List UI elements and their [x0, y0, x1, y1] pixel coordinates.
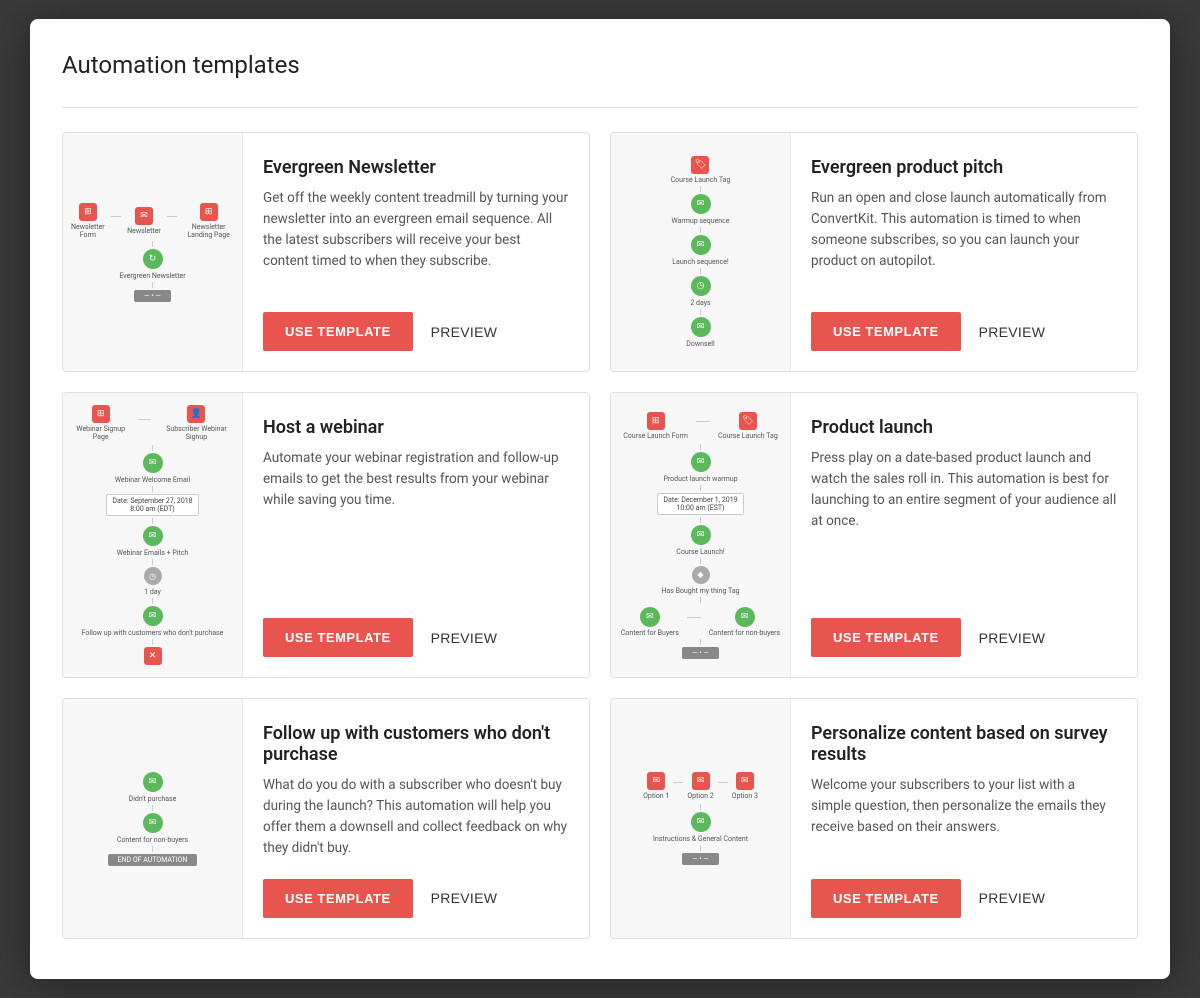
icon-email-red: ✉ — [135, 207, 153, 225]
template-title: Evergreen product pitch — [811, 157, 1117, 178]
template-actions: USE TEMPLATE PREVIEW — [811, 312, 1117, 351]
end-bar4: — • — — [682, 853, 719, 865]
node-date2: Date: December 1, 201910:00 am (EST) — [657, 493, 743, 515]
icon-course-launch-green: ✉ — [691, 525, 711, 545]
template-content-host-a-webinar: Host a webinar Automate your webinar reg… — [243, 393, 589, 677]
use-template-button-follow-up[interactable]: USE TEMPLATE — [263, 879, 413, 918]
template-card-evergreen-newsletter: ⊞ Newsletter Form ✉ Newsletter ⊞ Newslet… — [62, 132, 590, 372]
icon-nonbuyers-green: ✉ — [735, 607, 755, 627]
divider — [62, 107, 1138, 108]
template-content-evergreen-newsletter: Evergreen Newsletter Get off the weekly … — [243, 133, 589, 371]
template-desc: Press play on a date-based product launc… — [811, 448, 1117, 598]
icon-tag-red: 🏷 — [691, 156, 709, 174]
template-title: Evergreen Newsletter — [263, 157, 569, 178]
icon-diamond-gray: ◆ — [692, 566, 710, 584]
automation-templates-modal: Automation templates ⊞ Newsletter Form ✉… — [30, 19, 1170, 979]
use-template-button-personalize-survey[interactable]: USE TEMPLATE — [811, 879, 961, 918]
template-content-follow-up: Follow up with customers who don't purch… — [243, 699, 589, 938]
icon-followup-green: ✉ — [143, 606, 163, 626]
icon-opt3-red: ✉ — [736, 772, 754, 790]
end-bar: — • — — [134, 290, 171, 302]
icon-landing-red: ⊞ — [200, 203, 218, 221]
preview-button-personalize-survey[interactable]: PREVIEW — [979, 890, 1046, 906]
template-preview-host-a-webinar: ⊞ Webinar Signup Page 👤 Subscriber Webin… — [63, 393, 243, 677]
icon-form-red: ⊞ — [79, 203, 97, 221]
icon-opt1-red: ✉ — [647, 772, 665, 790]
template-actions: USE TEMPLATE PREVIEW — [263, 879, 569, 918]
preview-button-product-launch[interactable]: PREVIEW — [979, 630, 1046, 646]
template-title: Product launch — [811, 417, 1117, 438]
template-actions: USE TEMPLATE PREVIEW — [263, 312, 569, 351]
use-template-button-evergreen-newsletter[interactable]: USE TEMPLATE — [263, 312, 413, 351]
template-desc: What do you do with a subscriber who doe… — [263, 775, 569, 859]
template-content-evergreen-product-pitch: Evergreen product pitch Run an open and … — [791, 133, 1137, 371]
icon-launch-seq-green: ✉ — [691, 235, 711, 255]
template-content-personalize-survey: Personalize content based on survey resu… — [791, 699, 1137, 938]
template-title: Personalize content based on survey resu… — [811, 723, 1117, 765]
template-preview-product-launch: ⊞ Course Launch Form 🏷 Course Launch Tag… — [611, 393, 791, 677]
template-preview-evergreen-newsletter: ⊞ Newsletter Form ✉ Newsletter ⊞ Newslet… — [63, 133, 243, 371]
icon-1day-gray: ◷ — [144, 567, 162, 585]
icon-didnt-purchase-green: ✉ — [143, 772, 163, 792]
icon-2days-green: ◷ — [691, 276, 711, 296]
templates-grid: ⊞ Newsletter Form ✉ Newsletter ⊞ Newslet… — [62, 132, 1138, 939]
modal-title: Automation templates — [62, 51, 1138, 79]
preview-button-evergreen-newsletter[interactable]: PREVIEW — [431, 324, 498, 340]
template-card-evergreen-product-pitch: 🏷 Course Launch Tag ✉ Warmup sequence ✉ … — [610, 132, 1138, 372]
icon-instructions-green: ✉ — [691, 812, 711, 832]
template-preview-follow-up: ✉ Didn't purchase ✉ Content for non-buye… — [63, 699, 243, 938]
template-actions: USE TEMPLATE PREVIEW — [263, 618, 569, 657]
icon-end-red: ✕ — [144, 647, 162, 665]
use-template-button-product-launch[interactable]: USE TEMPLATE — [811, 618, 961, 657]
template-card-personalize-survey: ✉ Option 1 ✉ Option 2 ✉ Option 3 — [610, 698, 1138, 939]
template-content-product-launch: Product launch Press play on a date-base… — [791, 393, 1137, 677]
template-card-product-launch: ⊞ Course Launch Form 🏷 Course Launch Tag… — [610, 392, 1138, 678]
icon-emails-green: ✉ — [143, 526, 163, 546]
icon-warmup2-green: ✉ — [691, 452, 711, 472]
template-preview-personalize-survey: ✉ Option 1 ✉ Option 2 ✉ Option 3 — [611, 699, 791, 938]
icon-buyers-green: ✉ — [640, 607, 660, 627]
end-bar2: — • — — [682, 647, 719, 659]
icon-downsell-green: ✉ — [691, 317, 711, 337]
template-card-follow-up: ✉ Didn't purchase ✉ Content for non-buye… — [62, 698, 590, 939]
template-preview-evergreen-product-pitch: 🏷 Course Launch Tag ✉ Warmup sequence ✉ … — [611, 133, 791, 371]
icon-evergreen-green: ↻ — [143, 249, 163, 269]
template-actions: USE TEMPLATE PREVIEW — [811, 879, 1117, 918]
icon-welcome-green: ✉ — [143, 453, 163, 473]
template-title: Follow up with customers who don't purch… — [263, 723, 569, 765]
icon-subscriber-red: 👤 — [187, 405, 205, 423]
template-card-host-a-webinar: ⊞ Webinar Signup Page 👤 Subscriber Webin… — [62, 392, 590, 678]
end-bar3: END OF AUTOMATION — [108, 854, 198, 866]
use-template-button-evergreen-product-pitch[interactable]: USE TEMPLATE — [811, 312, 961, 351]
icon-opt2-red: ✉ — [692, 772, 710, 790]
preview-button-follow-up[interactable]: PREVIEW — [431, 890, 498, 906]
template-desc: Welcome your subscribers to your list wi… — [811, 775, 1117, 859]
template-desc: Run an open and close launch automatical… — [811, 188, 1117, 292]
use-template-button-host-a-webinar[interactable]: USE TEMPLATE — [263, 618, 413, 657]
template-desc: Automate your webinar registration and f… — [263, 448, 569, 598]
preview-button-host-a-webinar[interactable]: PREVIEW — [431, 630, 498, 646]
icon-signup-red: ⊞ — [92, 405, 110, 423]
template-desc: Get off the weekly content treadmill by … — [263, 188, 569, 292]
icon-launch-tag2-red: 🏷 — [739, 412, 757, 430]
node-date: Date: September 27, 20188:00 am (EDT) — [106, 494, 198, 516]
template-title: Host a webinar — [263, 417, 569, 438]
icon-nonbuyers2-green: ✉ — [143, 813, 163, 833]
template-actions: USE TEMPLATE PREVIEW — [811, 618, 1117, 657]
icon-warmup-green: ✉ — [691, 194, 711, 214]
preview-button-evergreen-product-pitch[interactable]: PREVIEW — [979, 324, 1046, 340]
icon-launch-form-red: ⊞ — [647, 412, 665, 430]
